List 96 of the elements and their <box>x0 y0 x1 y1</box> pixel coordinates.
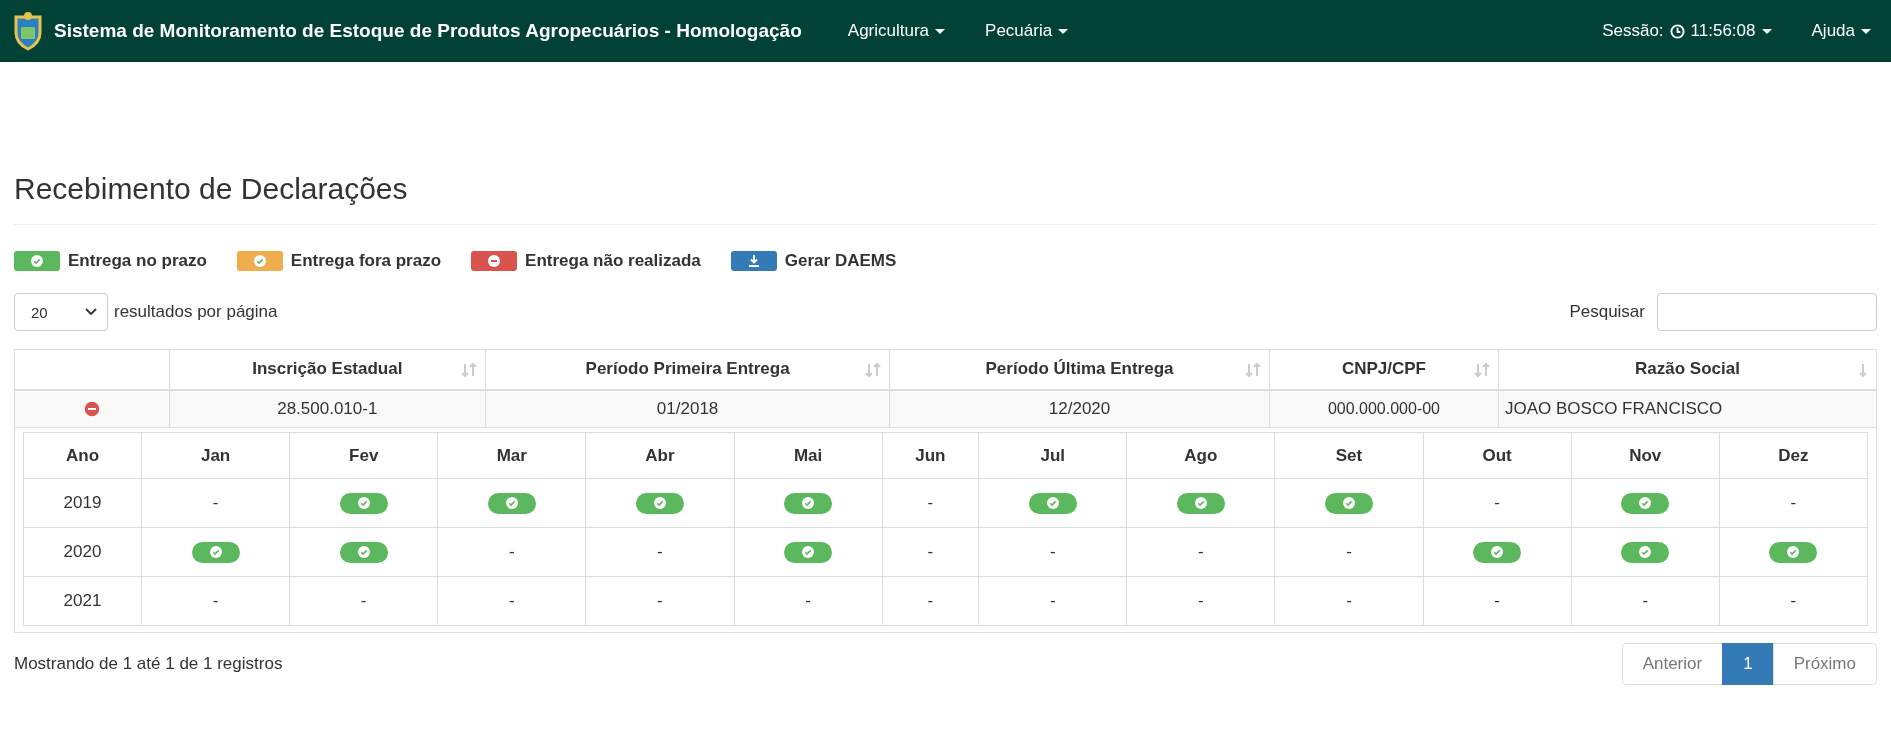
sort-icon[interactable] <box>1473 362 1490 378</box>
table-cell: 2020 <box>23 527 142 577</box>
session-menu[interactable]: Sessão: 11:56:08 <box>1582 21 1792 41</box>
table-cell: - <box>585 527 734 577</box>
table-cell: 12/2020 <box>889 389 1270 428</box>
column-header: Jan <box>141 432 290 479</box>
column-header: Ago <box>1126 432 1275 479</box>
column-header: Fev <box>289 432 438 479</box>
table-cell: 28.500.010-1 <box>169 389 486 428</box>
table-cell: - <box>289 576 438 626</box>
caret-icon <box>1058 28 1069 34</box>
table-cell: - <box>1719 478 1868 528</box>
clock-icon <box>1669 23 1685 39</box>
check-icon <box>1491 546 1504 558</box>
table-cell: - <box>1423 478 1572 528</box>
help-menu[interactable]: Ajuda <box>1791 21 1879 41</box>
app-title: Sistema de Monitoramento de Estoque de Produtos Agropecuários - Homologação <box>54 20 802 42</box>
nav-menu[interactable]: Agricultura <box>827 21 966 41</box>
caret-icon <box>935 28 946 34</box>
table-cell: - <box>882 478 979 528</box>
check-icon <box>1787 546 1800 558</box>
table-cell: - <box>585 576 734 626</box>
sort-icon[interactable] <box>865 362 882 378</box>
legend-swatch[interactable] <box>730 251 777 271</box>
check-icon <box>505 497 518 509</box>
table-cell: - <box>734 576 883 626</box>
check-icon <box>31 255 43 267</box>
collapse-icon[interactable] <box>82 400 101 419</box>
records-info: Mostrando de 1 até 1 de 1 registros <box>14 654 283 674</box>
sort-descending-icon[interactable] <box>1858 362 1868 378</box>
table-cell: - <box>1126 576 1275 626</box>
page-title: Recebimento de Declarações <box>14 172 1877 225</box>
check-icon <box>253 255 266 267</box>
check-icon <box>357 546 370 558</box>
column-header[interactable]: CNPJ/CPF <box>1269 349 1499 390</box>
table-cell: - <box>978 527 1127 577</box>
column-header: Set <box>1274 432 1424 479</box>
table-cell: - <box>437 527 586 577</box>
sort-icon[interactable] <box>1244 362 1261 378</box>
check-icon <box>653 497 666 509</box>
check-icon <box>1639 546 1652 558</box>
sort-icon[interactable] <box>461 362 478 378</box>
page-button[interactable]: 1 <box>1722 643 1774 685</box>
page-size-label: resultados por página <box>114 302 278 322</box>
table-cell: 2021 <box>23 576 142 626</box>
column-header: Dez <box>1719 432 1868 479</box>
table-cell: - <box>141 576 290 626</box>
column-header: Jul <box>978 432 1127 479</box>
nav-menu[interactable]: Pecuária <box>965 21 1089 41</box>
table-cell: 000.000.000-00 <box>1269 389 1499 428</box>
check-icon <box>802 546 815 558</box>
table-cell: - <box>882 527 979 577</box>
column-header: Out <box>1423 432 1572 479</box>
search-label: Pesquisar <box>1569 302 1645 322</box>
search-field[interactable] <box>1657 293 1877 331</box>
column-header[interactable]: Razão Social <box>1498 349 1877 390</box>
legend-label: Entrega no prazo <box>68 251 207 271</box>
table-cell: - <box>437 576 586 626</box>
table-cell: JOAO BOSCO FRANCISCO <box>1498 389 1877 428</box>
coat-of-arms-logo <box>12 11 44 51</box>
column-header[interactable]: Período Primeira Entrega <box>485 349 890 390</box>
table-cell: 01/2018 <box>485 389 890 428</box>
column-header: Abr <box>585 432 734 479</box>
check-icon <box>1046 497 1059 509</box>
check-icon <box>357 497 370 509</box>
legend-label: Gerar DAEMS <box>784 251 897 271</box>
column-header: Nov <box>1571 432 1720 479</box>
table-cell: - <box>1719 576 1868 626</box>
column-header[interactable]: Período Última Entrega <box>889 349 1270 390</box>
check-icon <box>1194 497 1207 509</box>
table-cell: - <box>882 576 979 626</box>
table-cell: - <box>978 576 1127 626</box>
caret-icon <box>1861 28 1871 34</box>
minus-icon <box>488 255 501 267</box>
column-header: Ano <box>23 432 142 479</box>
column-header: Mai <box>734 432 883 479</box>
column-header: Jun <box>882 432 979 479</box>
check-icon <box>1342 497 1355 509</box>
table-cell: - <box>1126 527 1275 577</box>
check-icon <box>1639 497 1652 509</box>
column-header: Mar <box>437 432 586 479</box>
table-cell: - <box>141 478 290 528</box>
page-size-select[interactable]: 20 <box>14 293 108 331</box>
table-cell: 2019 <box>23 478 142 528</box>
table-cell: - <box>1571 576 1720 626</box>
legend-label: Entrega não realizada <box>525 251 701 271</box>
table-cell: - <box>1423 576 1572 626</box>
caret-icon <box>1761 28 1772 34</box>
chevron-down-icon <box>85 308 97 316</box>
table-cell: - <box>1274 527 1424 577</box>
download-icon <box>747 255 760 267</box>
legend-label: Entrega fora prazo <box>290 251 442 271</box>
column-header[interactable]: Inscrição Estadual <box>169 349 486 390</box>
table-cell: - <box>1274 576 1424 626</box>
check-icon <box>802 497 815 509</box>
check-icon <box>209 546 222 558</box>
